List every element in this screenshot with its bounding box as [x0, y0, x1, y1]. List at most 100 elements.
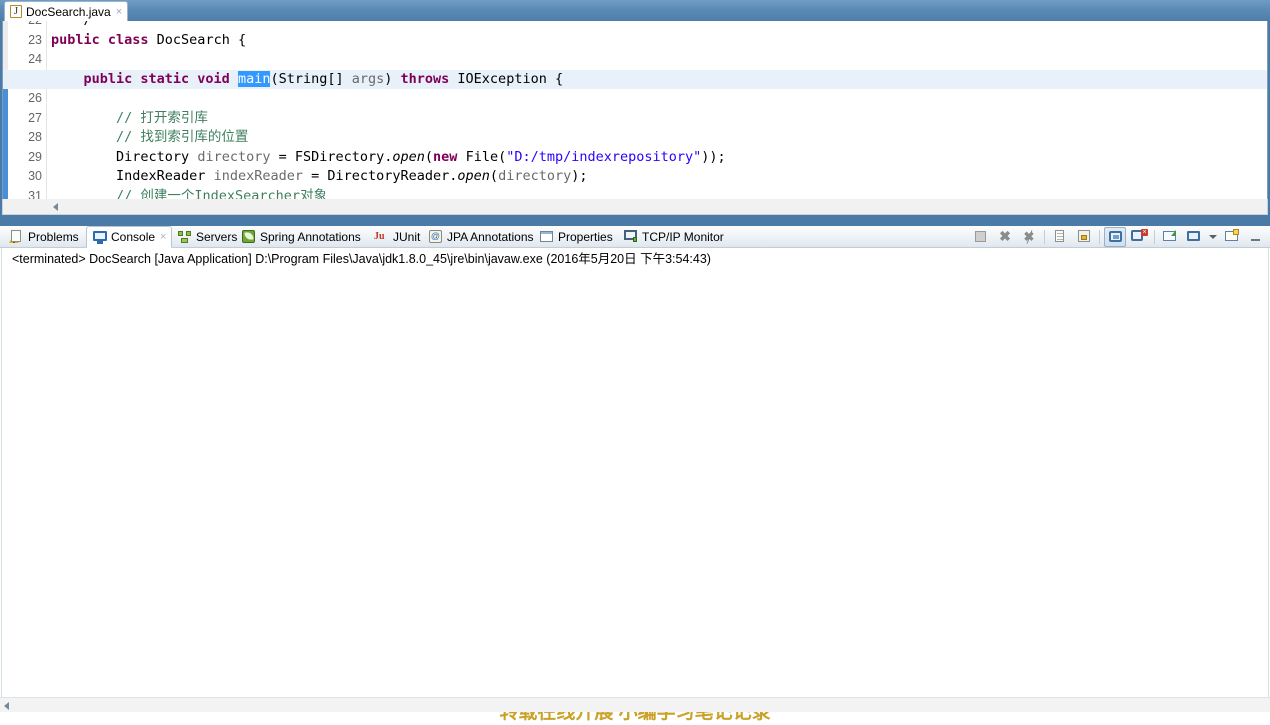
scroll-left-arrow-icon[interactable] [53, 203, 58, 211]
view-tab-label: Spring Annotations [260, 229, 361, 244]
editor-tab-label: DocSearch.java [26, 4, 111, 19]
display-selected-console-button[interactable] [1183, 227, 1205, 247]
spring-icon [241, 229, 257, 244]
open-console-menu-button[interactable] [1221, 227, 1243, 247]
code-token: ( [424, 148, 434, 165]
toolbar-separator [1044, 230, 1045, 244]
view-tab-label: JPA Annotations [447, 229, 534, 244]
line-number: 29 [8, 148, 52, 168]
code-line: public class DocSearch { [48, 31, 1267, 51]
close-icon[interactable]: × [160, 231, 166, 243]
code-token: indexReader [213, 168, 303, 184]
code-line: // 打开索引库 [48, 109, 1267, 129]
line-number: 27 [8, 109, 52, 129]
code-token: "D:/tmp/indexrepository" [506, 148, 702, 165]
java-file-icon-letter: J [13, 4, 19, 17]
view-tab-label: Servers [196, 229, 238, 244]
line-number: 23 [8, 31, 52, 51]
code-token: Directory [51, 148, 198, 165]
editor-tab-strip: J DocSearch.java × [0, 0, 1270, 21]
view-tab-label: Properties [558, 229, 613, 244]
close-icon[interactable]: × [116, 6, 122, 18]
code-token: directory [498, 168, 572, 184]
code-token: ( [489, 168, 499, 184]
code-token: new [433, 148, 466, 165]
show-console-on-error-button[interactable]: × [1128, 227, 1150, 247]
code-token: File( [465, 148, 507, 165]
pin-console-button[interactable] [1159, 227, 1181, 247]
code-token: public class [51, 31, 157, 48]
code-token: public static void [51, 70, 238, 87]
show-console-on-output-button[interactable] [1104, 227, 1126, 247]
terminate-button [970, 227, 992, 247]
view-tab-tcp-ip-monitor[interactable]: TCP/IP Monitor [618, 226, 729, 247]
view-tab-label: Problems [28, 229, 79, 244]
scroll-left-arrow-icon[interactable] [4, 702, 9, 710]
watermark-text: 转载在线开展 小编学习笔记记录 [499, 712, 771, 723]
console-status-line: <terminated> DocSearch [Java Application… [12, 252, 711, 266]
scroll-lock-button[interactable] [1073, 227, 1095, 247]
view-tab-problems[interactable]: Problems [4, 226, 84, 247]
minimize-view-button[interactable] [1245, 227, 1267, 247]
console-icon [92, 230, 108, 245]
view-tab-label: JUnit [393, 229, 421, 244]
code-line: // 找到索引库的位置 [48, 128, 1267, 148]
view-tab-jpa-annotations[interactable]: @ JPA Annotations [423, 226, 539, 247]
jpa-icon: @ [429, 230, 442, 243]
editor-area: J DocSearch.java × 22232425262728293031 … [0, 0, 1270, 226]
console-horizontal-scrollbar[interactable] [0, 697, 1270, 712]
editor-tab-docsearch-java[interactable]: J DocSearch.java × [4, 1, 129, 21]
code-token: // 找到索引库的位置 [51, 129, 249, 145]
problems-icon [9, 229, 25, 244]
code-token: args [351, 70, 385, 87]
tcpip-monitor-icon [623, 229, 639, 244]
line-number-value: 27 [28, 110, 42, 125]
code-token: IOException { [457, 70, 564, 87]
eclipse-ide-window: J DocSearch.java × 22232425262728293031 … [0, 0, 1270, 725]
view-tab-spring-annotations[interactable]: Spring Annotations [236, 226, 366, 247]
code-token: = FSDirectory. [270, 148, 393, 165]
code-token: open [457, 168, 490, 184]
view-tab-label: Console [111, 230, 156, 244]
toolbar-separator [1099, 230, 1100, 244]
code-lines: / public class DocSearch { public static … [3, 21, 1267, 213]
code-token: main [237, 70, 271, 87]
line-number-value: 26 [28, 91, 42, 105]
code-line: public static void main(String[] args) t… [3, 69, 1267, 89]
editor-horizontal-scrollbar[interactable] [2, 199, 1268, 215]
line-number: 30 [8, 167, 52, 187]
console-output-area[interactable]: <terminated> DocSearch [Java Application… [1, 248, 1269, 709]
line-number-value: 30 [28, 169, 42, 183]
line-number: 22 [8, 21, 52, 31]
code-token: = DirectoryReader. [302, 168, 458, 184]
line-number-value: 22 [12, 21, 42, 31]
view-tab-junit[interactable]: Ju JUnit [369, 226, 425, 247]
bottom-view-panel: Problems Console × Servers Spring Annotation… [0, 226, 1270, 725]
junit-icon: Ju [374, 231, 385, 242]
code-editor-canvas[interactable]: 22232425262728293031 /public class DocSe… [2, 21, 1268, 214]
code-token: IndexReader [51, 168, 214, 184]
code-line: Directory directory = FSDirectory.open(n… [48, 148, 1267, 168]
bottom-watermark: 转载在线开展 小编学习笔记记录 [0, 712, 1270, 725]
code-token: open [392, 148, 425, 165]
console-dropdown-caret-icon[interactable] [1207, 227, 1219, 247]
code-line: / [48, 21, 1267, 31]
line-number: 24 [8, 50, 52, 70]
code-token: / [51, 21, 92, 28]
console-view-toolbar: ✖✖ × [969, 226, 1268, 248]
view-tab-servers[interactable]: Servers [172, 226, 242, 247]
remove-launch-button[interactable]: ✖ [994, 227, 1016, 247]
code-token: ) [384, 70, 401, 87]
line-number-gutter: 22232425262728293031 [8, 21, 55, 213]
view-tab-console[interactable]: Console × [86, 226, 173, 248]
java-file-icon: J [9, 4, 23, 19]
remove-all-launches-button[interactable]: ✖ [1018, 227, 1040, 247]
clear-console-button[interactable] [1049, 227, 1071, 247]
properties-icon [539, 229, 555, 244]
code-token: throws [400, 70, 458, 87]
code-token: )); [701, 148, 726, 165]
view-tab-properties[interactable]: Properties [534, 226, 618, 247]
line-number: 26 [8, 89, 52, 109]
line-number: 28 [8, 128, 52, 148]
